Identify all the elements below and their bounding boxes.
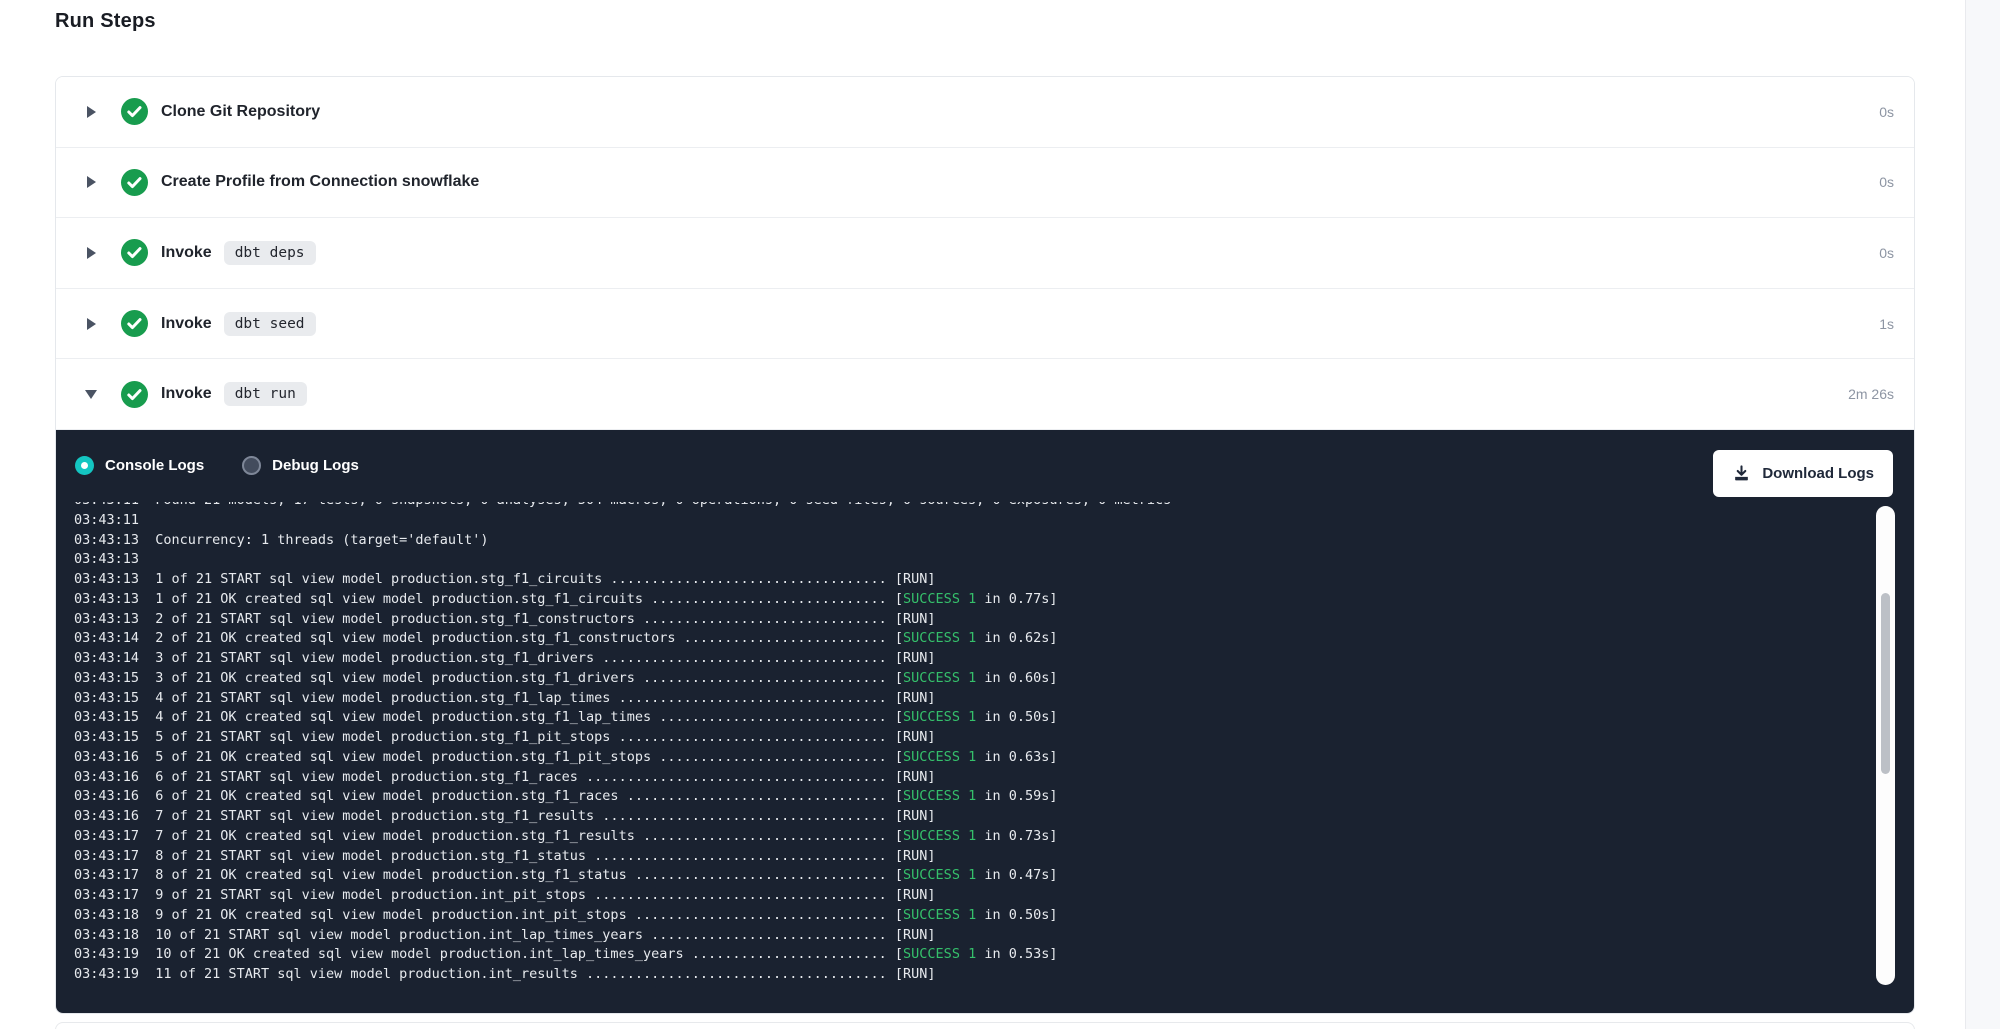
success-check-icon bbox=[121, 169, 148, 196]
log-panel: Console Logs Debug Logs Download Logs 03… bbox=[56, 430, 1914, 1013]
log-line: 03:43:16 5 of 21 OK created sql view mod… bbox=[74, 748, 1864, 768]
expand-chevron-icon[interactable] bbox=[83, 106, 99, 118]
step-duration: 0s bbox=[1879, 174, 1894, 190]
log-line: 03:43:18 9 of 21 OK created sql view mod… bbox=[74, 906, 1864, 926]
success-check-icon bbox=[121, 98, 148, 125]
step-duration: 1s bbox=[1879, 316, 1894, 332]
step-label: Create Profile from Connection snowflake bbox=[161, 173, 479, 191]
log-line: 03:43:19 10 of 21 OK created sql view mo… bbox=[74, 945, 1864, 965]
step-label: Invoke bbox=[161, 385, 212, 403]
radio-icon[interactable] bbox=[242, 456, 261, 475]
log-line: 03:43:13 2 of 21 START sql view model pr… bbox=[74, 610, 1864, 630]
run-step-row[interactable]: Invoke dbt seed 1s bbox=[56, 289, 1914, 360]
log-line: 03:43:17 7 of 21 OK created sql view mod… bbox=[74, 827, 1864, 847]
log-line: 03:43:11 bbox=[74, 511, 1864, 531]
step-label: Invoke bbox=[161, 315, 212, 333]
log-line: 03:43:14 2 of 21 OK created sql view mod… bbox=[74, 629, 1864, 649]
step-command-badge: dbt run bbox=[224, 382, 307, 406]
run-step-row[interactable]: Invoke dbt run 2m 26s bbox=[56, 359, 1914, 430]
expand-chevron-icon[interactable] bbox=[83, 247, 99, 259]
log-line: 03:43:16 6 of 21 OK created sql view mod… bbox=[74, 787, 1864, 807]
log-line: 03:43:17 9 of 21 START sql view model pr… bbox=[74, 886, 1864, 906]
success-check-icon bbox=[121, 310, 148, 337]
log-line: 03:43:15 3 of 21 OK created sql view mod… bbox=[74, 669, 1864, 689]
log-scrollbar-track[interactable] bbox=[1876, 506, 1895, 985]
log-line: 03:43:16 7 of 21 START sql view model pr… bbox=[74, 807, 1864, 827]
step-label: Invoke bbox=[161, 244, 212, 262]
log-line: 03:43:17 8 of 21 START sql view model pr… bbox=[74, 847, 1864, 867]
log-line: 03:43:16 6 of 21 START sql view model pr… bbox=[74, 768, 1864, 788]
run-steps-card: Clone Git Repository 0s Create Profile f… bbox=[55, 76, 1915, 1014]
run-step-row[interactable]: Create Profile from Connection snowflake… bbox=[56, 148, 1914, 219]
log-line: 03:43:15 4 of 21 OK created sql view mod… bbox=[74, 708, 1864, 728]
step-duration: 0s bbox=[1879, 245, 1894, 261]
run-step-row[interactable]: Clone Git Repository 0s bbox=[56, 77, 1914, 148]
expand-chevron-icon[interactable] bbox=[83, 318, 99, 330]
log-scrollbar-thumb[interactable] bbox=[1881, 593, 1890, 774]
log-tab[interactable]: Console Logs bbox=[75, 456, 204, 475]
download-logs-button[interactable]: Download Logs bbox=[1713, 450, 1893, 497]
log-line: 03:43:19 11 of 21 START sql view model p… bbox=[74, 965, 1864, 985]
log-line: 03:43:15 5 of 21 START sql view model pr… bbox=[74, 728, 1864, 748]
log-tab-label: Debug Logs bbox=[272, 457, 359, 474]
page-title: Run Steps bbox=[55, 10, 156, 33]
console-log-output[interactable]: 03:43:11 Found 21 models, 17 tests, 0 sn… bbox=[74, 502, 1864, 994]
run-steps-list: Clone Git Repository 0s Create Profile f… bbox=[56, 77, 1914, 430]
log-line: 03:43:13 1 of 21 START sql view model pr… bbox=[74, 570, 1864, 590]
log-line: 03:43:17 8 of 21 OK created sql view mod… bbox=[74, 866, 1864, 886]
run-step-row[interactable]: Invoke dbt deps 0s bbox=[56, 218, 1914, 289]
expand-chevron-icon[interactable] bbox=[83, 176, 99, 188]
step-duration: 2m 26s bbox=[1848, 386, 1894, 402]
download-logs-label: Download Logs bbox=[1762, 465, 1874, 482]
step-label: Clone Git Repository bbox=[161, 103, 320, 121]
step-command-badge: dbt seed bbox=[224, 312, 316, 336]
success-check-icon bbox=[121, 239, 148, 266]
log-line: 03:43:13 Concurrency: 1 threads (target=… bbox=[74, 531, 1864, 551]
success-check-icon bbox=[121, 381, 148, 408]
step-duration: 0s bbox=[1879, 104, 1894, 120]
right-panel-edge bbox=[1965, 0, 2000, 1029]
log-line: 03:43:11 Found 21 models, 17 tests, 0 sn… bbox=[74, 502, 1864, 511]
log-tabs: Console Logs Debug Logs bbox=[75, 456, 359, 475]
radio-icon[interactable] bbox=[75, 456, 94, 475]
log-line: 03:43:14 3 of 21 START sql view model pr… bbox=[74, 649, 1864, 669]
next-section-edge bbox=[55, 1022, 1915, 1029]
log-line: 03:43:18 10 of 21 START sql view model p… bbox=[74, 926, 1864, 946]
log-tab[interactable]: Debug Logs bbox=[242, 456, 359, 475]
log-tab-label: Console Logs bbox=[105, 457, 204, 474]
download-icon bbox=[1732, 464, 1751, 483]
step-command-badge: dbt deps bbox=[224, 241, 316, 265]
log-line: 03:43:13 1 of 21 OK created sql view mod… bbox=[74, 590, 1864, 610]
expand-chevron-icon[interactable] bbox=[83, 390, 99, 399]
log-line: 03:43:13 bbox=[74, 550, 1864, 570]
log-line: 03:43:15 4 of 21 START sql view model pr… bbox=[74, 689, 1864, 709]
